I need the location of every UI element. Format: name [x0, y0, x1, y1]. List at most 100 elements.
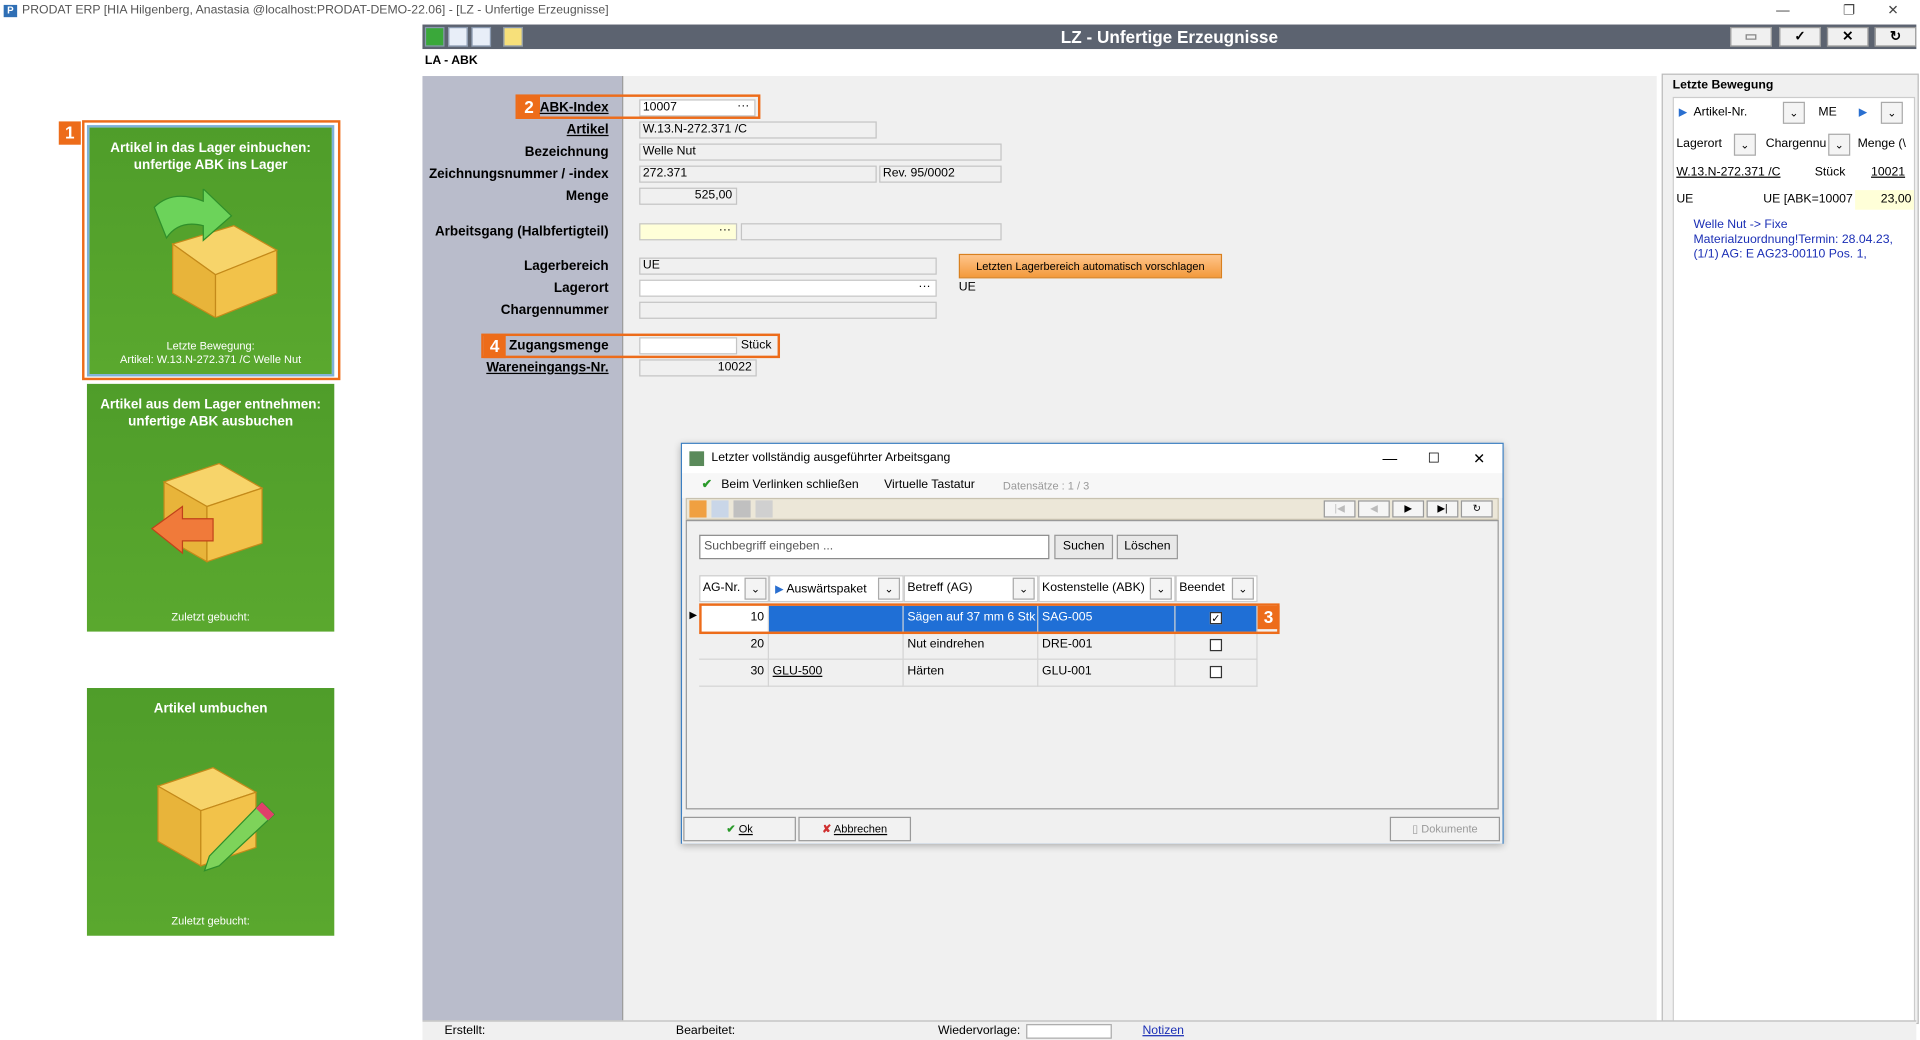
cell-lagerort: UE	[1676, 192, 1694, 207]
abbrechen-button[interactable]: ✘ Abbrechen	[798, 816, 912, 842]
chevron-down-icon[interactable]: ⌄	[1149, 577, 1172, 600]
artikel-field: W.13.N-272.371 /C	[639, 121, 877, 139]
auto-lagerbereich-button[interactable]: Letzten Lagerbereich automatisch vorschl…	[958, 253, 1223, 279]
charge-field[interactable]	[639, 301, 937, 319]
table-row[interactable]: 30 GLU-500 Härten GLU-001	[699, 659, 1258, 687]
document-icon: ▯	[1412, 822, 1419, 836]
refresh-button[interactable]: ↻	[1874, 26, 1917, 47]
chevron-down-icon[interactable]: ⌄	[1231, 577, 1254, 600]
virtual-keyboard-button[interactable]: Virtuelle Tastatur	[884, 473, 975, 498]
chevron-down-icon[interactable]: ⌄	[1733, 133, 1756, 156]
dialog-toolbar: ✔ Beim Verlinken schließen Virtuelle Tas…	[682, 473, 1503, 498]
minimize-form-button[interactable]: ▭	[1730, 26, 1772, 47]
filter-icon[interactable]	[733, 500, 751, 518]
lagerort-label: Lagerort	[553, 280, 609, 296]
dialog-close-button[interactable]: ✕	[1473, 444, 1485, 473]
checkbox[interactable]	[1209, 665, 1223, 679]
table-row[interactable]: 20 Nut eindrehen DRE-001	[699, 632, 1258, 660]
cell-betreff: Nut eindrehen	[903, 632, 1039, 660]
columns-icon[interactable]	[711, 500, 729, 518]
dialog-title: Letzter vollständig ausgeführter Arbeits…	[711, 451, 951, 465]
col-header-betreff[interactable]: Betreff (AG) ⌄	[903, 575, 1039, 603]
grid-layout-icon[interactable]	[689, 500, 707, 518]
col-artikel: Artikel-Nr.	[1693, 105, 1748, 119]
cell-artikel[interactable]: W.13.N-272.371 /C	[1676, 166, 1780, 181]
col-header-ag[interactable]: AG-Nr. ⌄	[699, 575, 769, 603]
cell-beendet	[1175, 632, 1258, 660]
step-badge-3: 3	[1257, 605, 1280, 630]
cell-kst: GLU-001	[1038, 659, 1176, 687]
dialog-app-icon	[689, 451, 705, 467]
zugangsmenge-field[interactable]	[639, 337, 738, 355]
prev-record-button[interactable]: ◀	[1357, 500, 1390, 518]
next-record-button[interactable]: ▶	[1392, 500, 1425, 518]
col-charge: Chargennu	[1765, 137, 1827, 151]
wareneingang-label[interactable]: Wareneingangs-Nr.	[413, 359, 608, 376]
dialog-minimize-button[interactable]: —	[1382, 444, 1397, 473]
last-movement-grid: ▶ Artikel-Nr. ⌄ ME ▶ ⌄ Lagerort ⌄ Charge…	[1672, 96, 1916, 1023]
arbeitsgang-dialog: Letzter vollständig ausgeführter Arbeits…	[680, 442, 1504, 844]
save-button[interactable]: ✓	[1779, 26, 1821, 47]
records-count: Datensätze : 1 / 3	[1002, 479, 1090, 492]
lagerort-side-value: UE	[958, 280, 976, 295]
col-header-kst[interactable]: Kostenstelle (ABK) ⌄	[1038, 575, 1176, 603]
zugangsmenge-unit: Stück	[740, 338, 772, 352]
col-header-paket[interactable]: ▶ Auswärtspaket ⌄	[768, 575, 904, 603]
chevron-down-icon[interactable]: ⌄	[1782, 101, 1805, 124]
lagerort-field[interactable]: ···	[639, 279, 937, 297]
ok-button[interactable]: ✔ Ok	[683, 816, 796, 842]
dokumente-button[interactable]: ▯ Dokumente	[1389, 816, 1501, 842]
cell-ag: 20	[699, 632, 769, 660]
lagerbereich-field[interactable]: UE	[639, 257, 937, 275]
first-record-button[interactable]: |◀	[1323, 500, 1356, 518]
more-icon[interactable]: ···	[719, 223, 731, 238]
tile-foot-value: Artikel: W.13.N-272.371 /C Welle Nut	[120, 353, 302, 366]
cancel-button[interactable]: ✕	[1826, 26, 1869, 47]
close-on-link-button[interactable]: Beim Verlinken schließen	[721, 473, 858, 498]
bezeichnung-field: Welle Nut	[639, 143, 1002, 161]
arbeitsgang-field[interactable]: ···	[639, 223, 738, 241]
check-icon: ✔	[726, 822, 736, 836]
tile-einbuchen[interactable]: Artikel in das Lager einbuchen: unfertige…	[86, 125, 335, 377]
search-button[interactable]: Suchen	[1054, 534, 1114, 560]
minimize-button[interactable]: —	[1756, 0, 1810, 22]
chevron-down-icon[interactable]: ⌄	[877, 577, 901, 600]
dialog-maximize-button[interactable]: ☐	[1428, 444, 1440, 473]
wiedervorlage-field[interactable]	[1026, 1024, 1112, 1039]
abbrechen-label: Abbrechen	[833, 822, 888, 836]
box-arrow-out-icon	[150, 462, 264, 563]
reload-button[interactable]: ↻	[1460, 500, 1493, 518]
abk-index-field[interactable]: 10007 ···	[639, 99, 756, 117]
tile-umbuchen[interactable]: Artikel umbuchen Zuletzt gebucht:	[86, 688, 335, 936]
cell-paket[interactable]: GLU-500	[768, 659, 904, 687]
breadcrumb: LA - ABK	[424, 53, 478, 68]
checkbox[interactable]	[1209, 638, 1223, 652]
search-input[interactable]: Suchbegriff eingeben ...	[699, 534, 1050, 560]
chevron-down-icon[interactable]: ⌄	[1880, 101, 1903, 124]
dialog-footer: ✔ Ok ✘ Abbrechen ▯ Dokumente	[682, 814, 1503, 844]
zeichnung-index-field: Rev. 95/0002	[879, 165, 1002, 183]
abk-index-label[interactable]: ABK-Index	[413, 99, 609, 116]
clear-button[interactable]: Löschen	[1116, 534, 1178, 560]
chevron-down-icon[interactable]: ⌄	[744, 577, 767, 600]
col-header-beendet[interactable]: Beendet ⌄	[1175, 575, 1258, 603]
window-titlebar: P PRODAT ERP [HIA Hilgenberg, Anastasia …	[0, 0, 1920, 23]
close-window-button[interactable]: ✕	[1866, 0, 1920, 22]
notizen-link[interactable]: Notizen	[1142, 1022, 1184, 1040]
last-record-button[interactable]: ▶|	[1426, 500, 1459, 518]
tile-ausbuchen[interactable]: Artikel aus dem Lager entnehmen: unfertig…	[86, 383, 335, 632]
more-icon[interactable]: ···	[918, 280, 930, 295]
col-header-label: Beendet	[1179, 581, 1225, 595]
main-header: LZ - Unfertige Erzeugnisse ▭ ✓ ✕ ↻	[422, 24, 1917, 50]
menge-label: Menge	[565, 188, 609, 204]
cross-icon: ✘	[822, 822, 832, 836]
highlight-box-3	[699, 603, 1280, 635]
artikel-label[interactable]: Artikel	[413, 121, 609, 138]
more-icon[interactable]: ···	[737, 99, 749, 114]
binoculars-icon[interactable]	[755, 500, 773, 518]
cell-nr[interactable]: 10021	[1871, 166, 1905, 181]
col-menge: Menge (\	[1857, 137, 1906, 151]
chevron-down-icon[interactable]: ⌄	[1828, 133, 1851, 156]
tile-foot-label: Zuletzt gebucht:	[171, 610, 250, 624]
chevron-down-icon[interactable]: ⌄	[1012, 577, 1035, 600]
